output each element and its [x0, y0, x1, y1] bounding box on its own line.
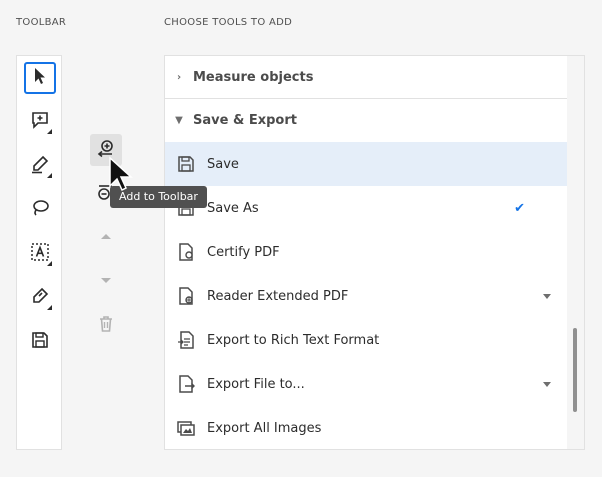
- export-file-icon: [165, 374, 207, 394]
- move-down-button[interactable]: [90, 266, 122, 298]
- flyout-indicator: [47, 261, 52, 266]
- lasso-icon: [30, 198, 50, 222]
- export-images-icon: [165, 418, 207, 438]
- flyout-indicator: [47, 173, 52, 178]
- flyout-indicator: [47, 129, 52, 134]
- tools-list-panel[interactable]: › Measure objects ▼ Save & Export Save S…: [164, 55, 585, 450]
- list-item-certify-pdf[interactable]: Certify PDF: [165, 230, 569, 274]
- group-save-export[interactable]: ▼ Save & Export: [165, 99, 569, 141]
- toolbar-heading: TOOLBAR: [16, 17, 67, 28]
- delete-tool-button[interactable]: [90, 310, 122, 342]
- chevron-right-icon: ›: [176, 71, 182, 83]
- save-icon: [30, 330, 50, 354]
- list-item-save-as[interactable]: Save As ✔: [165, 186, 569, 230]
- chevron-down-icon: ▼: [175, 114, 183, 126]
- list-item-label: Certify PDF: [207, 244, 280, 260]
- list-item-save[interactable]: Save: [165, 142, 569, 186]
- checkmark-icon: ✔: [514, 200, 525, 216]
- group-measure-objects[interactable]: › Measure objects: [165, 56, 569, 98]
- choose-tools-heading: CHOOSE TOOLS TO ADD: [164, 17, 293, 28]
- certify-icon: [165, 242, 207, 262]
- move-up-icon: [96, 226, 116, 250]
- save-icon: [165, 154, 207, 174]
- text-recognition-tool-button[interactable]: [24, 238, 56, 270]
- list-item-export-all-images[interactable]: Export All Images: [165, 406, 569, 449]
- list-item-export-rtf[interactable]: Export to Rich Text Format: [165, 318, 569, 362]
- vertical-scrollbar[interactable]: [567, 56, 584, 449]
- flyout-indicator: [47, 305, 52, 310]
- list-item-reader-extended-pdf[interactable]: Reader Extended PDF: [165, 274, 569, 318]
- group-label: Save & Export: [193, 112, 297, 128]
- list-item-label: Export File to...: [207, 376, 305, 392]
- list-item-label: Save: [207, 156, 239, 172]
- trash-icon: [96, 314, 116, 338]
- highlight-tool-button[interactable]: [24, 150, 56, 182]
- list-item-export-file[interactable]: Export File to...: [165, 362, 569, 406]
- mouse-cursor-icon: [109, 156, 133, 192]
- toolbar-panel: [16, 55, 62, 450]
- reader-extended-icon: [165, 286, 207, 306]
- dropdown-arrow-icon[interactable]: [543, 294, 551, 299]
- group-label: Measure objects: [193, 69, 314, 85]
- export-rtf-icon: [165, 330, 207, 350]
- save-tool-button[interactable]: [24, 326, 56, 358]
- dropdown-arrow-icon[interactable]: [543, 382, 551, 387]
- move-up-button[interactable]: [90, 222, 122, 254]
- scrollbar-thumb[interactable]: [573, 328, 577, 412]
- list-item-label: Export to Rich Text Format: [207, 332, 380, 348]
- list-item-label: Reader Extended PDF: [207, 288, 349, 304]
- lasso-tool-button[interactable]: [24, 194, 56, 226]
- sign-tool-button[interactable]: [24, 282, 56, 314]
- list-item-label: Export All Images: [207, 420, 322, 436]
- add-comment-tool-button[interactable]: [24, 106, 56, 138]
- move-down-icon: [96, 270, 116, 294]
- select-arrow-icon: [30, 66, 50, 90]
- select-tool-button[interactable]: [24, 62, 56, 94]
